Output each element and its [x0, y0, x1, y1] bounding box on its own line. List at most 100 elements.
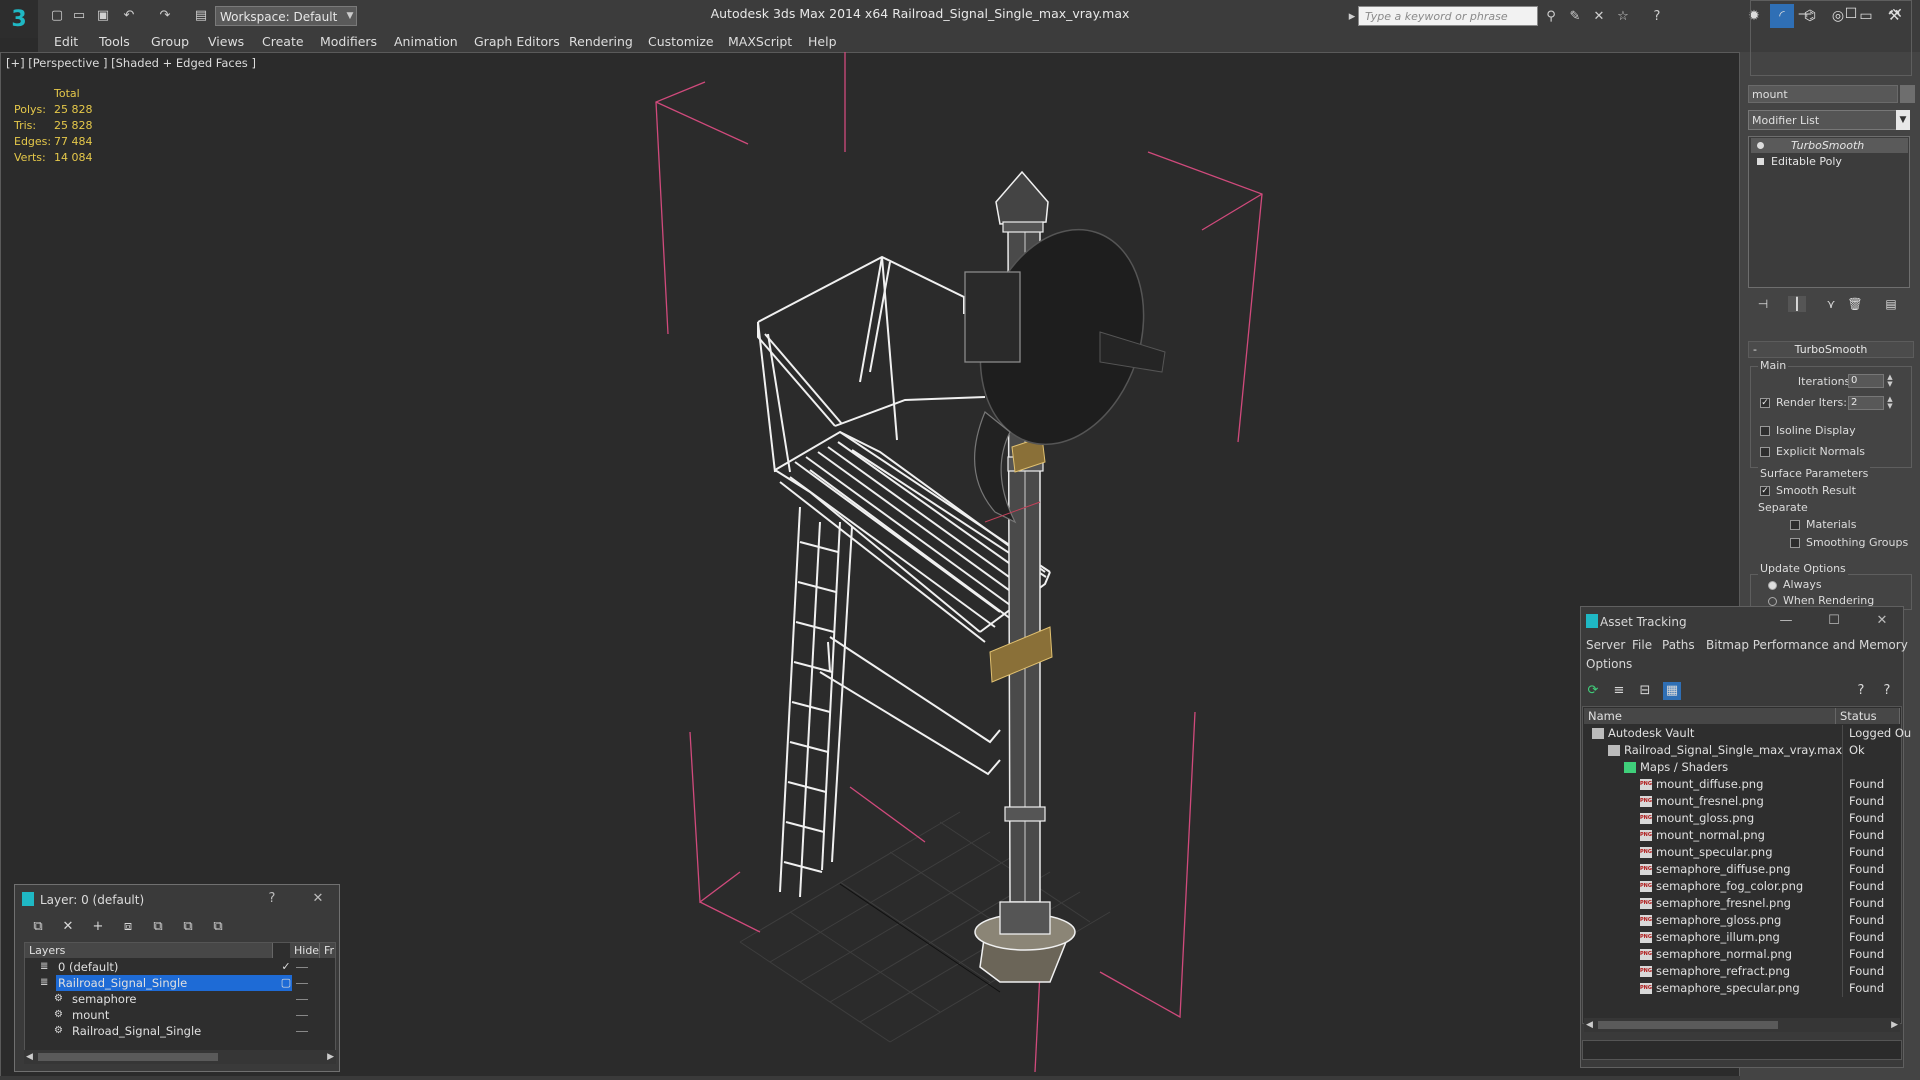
- vault-help-icon[interactable]: ?: [1852, 682, 1870, 700]
- when-rendering-radio[interactable]: [1768, 597, 1777, 606]
- menu-animation[interactable]: Animation: [392, 32, 460, 52]
- spinner-arrows-icon[interactable]: ▲ ▼: [1886, 374, 1894, 388]
- table-row[interactable]: PNG mount_diffuse.png Found: [1584, 776, 1900, 793]
- project-folder-icon[interactable]: ▤: [192, 7, 210, 25]
- menu-modifiers[interactable]: Modifiers: [318, 32, 379, 52]
- context-help-icon[interactable]: ?: [1878, 682, 1896, 700]
- iterations-spinner[interactable]: 0: [1848, 374, 1884, 388]
- asset-menu-options[interactable]: Options: [1586, 657, 1632, 671]
- delete-layer-icon[interactable]: ✕: [58, 918, 78, 936]
- menu-create[interactable]: Create: [260, 32, 306, 52]
- asset-menu-server[interactable]: Server: [1586, 638, 1625, 652]
- lightbulb-icon[interactable]: [1757, 142, 1764, 149]
- asset-path-field[interactable]: [1582, 1040, 1902, 1060]
- close-icon[interactable]: ✕: [308, 890, 328, 908]
- new-file-icon[interactable]: ▢: [48, 7, 66, 25]
- asset-menu-paths[interactable]: Paths: [1662, 638, 1695, 652]
- table-row[interactable]: PNG mount_fresnel.png Found: [1584, 793, 1900, 810]
- table-row[interactable]: PNG mount_normal.png Found: [1584, 827, 1900, 844]
- set-current-icon[interactable]: [280, 991, 292, 1007]
- minimize-icon[interactable]: —: [1776, 612, 1796, 630]
- turbosmooth-rollout-header[interactable]: - TurboSmooth: [1748, 341, 1914, 358]
- object-color-swatch[interactable]: [1900, 85, 1915, 103]
- table-row[interactable]: Maps / Shaders: [1584, 759, 1900, 776]
- materials-checkbox[interactable]: [1790, 520, 1800, 530]
- render-iters-checkbox[interactable]: ✓: [1760, 398, 1770, 408]
- column-header-status[interactable]: Status: [1836, 708, 1900, 724]
- help-icon[interactable]: ?: [262, 890, 282, 908]
- asset-menu-file[interactable]: File: [1632, 638, 1652, 652]
- explicit-normals-checkbox[interactable]: [1760, 447, 1770, 457]
- always-radio[interactable]: [1768, 581, 1777, 590]
- column-header-freeze[interactable]: Fr: [320, 943, 335, 958]
- tree-view-icon[interactable]: ⊟: [1636, 682, 1654, 700]
- table-row[interactable]: PNG semaphore_gloss.png Found: [1584, 912, 1900, 929]
- set-current-icon[interactable]: [280, 1007, 292, 1023]
- stack-item-editable-poly[interactable]: Editable Poly: [1751, 154, 1908, 169]
- scrollbar-thumb[interactable]: [38, 1053, 218, 1061]
- table-row[interactable]: PNG semaphore_illum.png Found: [1584, 929, 1900, 946]
- stack-item-turbosmooth[interactable]: TurboSmooth: [1751, 138, 1908, 153]
- binoculars-icon[interactable]: ⚲: [1542, 8, 1560, 26]
- set-current-icon[interactable]: [280, 1023, 292, 1039]
- scroll-right-icon[interactable]: ▶: [327, 1050, 334, 1064]
- table-row[interactable]: Railroad_Signal_Single_max_vray.max Ok: [1584, 742, 1900, 759]
- redo-icon[interactable]: ↷: [156, 7, 174, 25]
- collapse-icon[interactable]: -: [1753, 342, 1757, 357]
- table-row[interactable]: PNG semaphore_refract.png Found: [1584, 963, 1900, 980]
- set-current-icon[interactable]: ▢: [280, 975, 292, 991]
- favorites-star-icon[interactable]: ☆: [1614, 8, 1632, 26]
- configure-modifier-sets-icon[interactable]: ▤: [1882, 296, 1900, 312]
- layer-row[interactable]: ⚙ mount: [26, 1007, 334, 1023]
- hide-toggle[interactable]: [296, 983, 308, 984]
- save-file-icon[interactable]: ▣: [94, 7, 112, 25]
- table-row[interactable]: PNG semaphore_normal.png Found: [1584, 946, 1900, 963]
- menu-graph-editors[interactable]: Graph Editors: [472, 32, 562, 52]
- table-row[interactable]: PNG semaphore_diffuse.png Found: [1584, 861, 1900, 878]
- hide-toggle[interactable]: [296, 1031, 308, 1032]
- pin-stack-icon[interactable]: ⊣: [1754, 296, 1772, 312]
- list-view-icon[interactable]: ≡: [1610, 682, 1628, 700]
- layer-row[interactable]: ≣ 0 (default) ✓: [26, 959, 334, 975]
- table-view-icon[interactable]: ▦: [1663, 682, 1681, 700]
- table-row[interactable]: PNG mount_gloss.png Found: [1584, 810, 1900, 827]
- menu-edit[interactable]: Edit: [52, 32, 80, 52]
- scroll-left-icon[interactable]: ◀: [26, 1050, 33, 1064]
- smooth-result-checkbox[interactable]: ✓: [1760, 486, 1770, 496]
- menu-maxscript[interactable]: MAXScript: [726, 32, 794, 52]
- horizontal-scrollbar[interactable]: ◀ ▶: [1584, 1018, 1900, 1032]
- highlight-selected-icon[interactable]: ⧉: [148, 918, 168, 936]
- search-input[interactable]: Type a keyword or phrase: [1358, 6, 1538, 26]
- table-row[interactable]: Autodesk Vault Logged Ou: [1584, 725, 1911, 742]
- table-row[interactable]: PNG mount_specular.png Found: [1584, 844, 1900, 861]
- scrollbar-thumb[interactable]: [1598, 1021, 1778, 1029]
- asset-menu-bitmap-performance[interactable]: Bitmap Performance and Memory: [1706, 638, 1908, 652]
- open-file-icon[interactable]: ▭: [70, 7, 88, 25]
- make-unique-icon[interactable]: ⋎: [1822, 296, 1840, 312]
- table-row[interactable]: PNG semaphore_fog_color.png Found: [1584, 878, 1900, 895]
- app-logo-icon[interactable]: 3: [0, 0, 38, 38]
- chevron-down-icon[interactable]: ▼: [1896, 110, 1910, 130]
- render-iters-spinner[interactable]: 2: [1848, 396, 1884, 410]
- subscription-icon[interactable]: ✎: [1566, 8, 1584, 26]
- column-header-layers[interactable]: Layers: [25, 943, 273, 958]
- column-header-hide[interactable]: Hide: [290, 943, 320, 958]
- column-header-name[interactable]: Name: [1584, 708, 1836, 724]
- current-layer-icon[interactable]: ✓: [280, 959, 292, 975]
- layer-row[interactable]: ⚙ Railroad_Signal_Single: [26, 1023, 334, 1039]
- layer-properties-icon[interactable]: ⧉: [178, 918, 198, 936]
- smoothing-groups-checkbox[interactable]: [1790, 538, 1800, 548]
- hide-all-layers-icon[interactable]: ⧉: [208, 918, 228, 936]
- undo-icon[interactable]: ↶: [120, 7, 138, 25]
- spinner-arrows-icon[interactable]: ▲ ▼: [1886, 396, 1894, 410]
- remove-modifier-icon[interactable]: 🗑: [1846, 296, 1864, 312]
- viewport-label[interactable]: [+] [Perspective ] [Shaded + Edged Faces…: [6, 56, 256, 70]
- chevron-down-icon[interactable]: ▼: [342, 6, 358, 26]
- table-row[interactable]: PNG semaphore_specular.png Found: [1584, 980, 1900, 997]
- menu-views[interactable]: Views: [206, 32, 246, 52]
- layer-row[interactable]: ≣ Railroad_Signal_Single ▢: [26, 975, 334, 991]
- layer-tool-icon[interactable]: ⧉: [28, 918, 48, 936]
- menu-group[interactable]: Group: [149, 32, 191, 52]
- modifier-list-dropdown[interactable]: Modifier List: [1748, 110, 1910, 130]
- close-icon[interactable]: ✕: [1872, 612, 1892, 630]
